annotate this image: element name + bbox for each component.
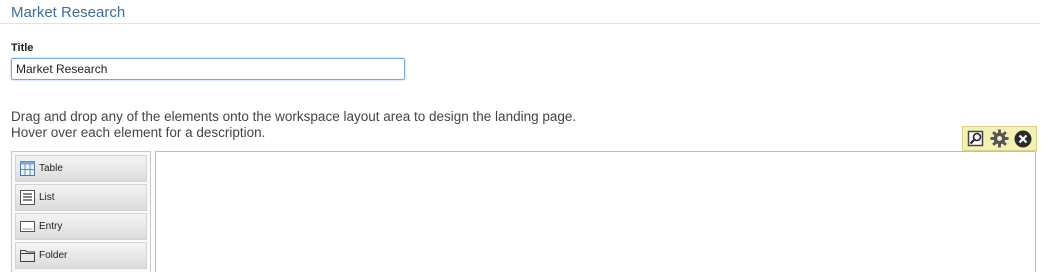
list-icon: [20, 190, 36, 206]
page-title: Market Research: [11, 4, 126, 21]
instructions-line-2: Hover over each element for a descriptio…: [11, 125, 266, 140]
palette-item-label: Entry: [39, 221, 63, 232]
workspace-layout-area[interactable]: [155, 151, 1036, 272]
palette-item-table[interactable]: Table: [15, 155, 147, 182]
gear-icon[interactable]: [990, 129, 1010, 149]
table-icon: [20, 161, 36, 177]
workspace-toolbar: [962, 126, 1037, 151]
palette-item-entry[interactable]: Entry: [15, 213, 147, 240]
preview-icon[interactable]: [966, 129, 986, 149]
page-header: Market Research: [0, 0, 1040, 24]
folder-icon: [20, 248, 36, 264]
element-palette: Table List Entry Folder: [11, 151, 151, 272]
title-input[interactable]: [11, 58, 405, 80]
close-icon[interactable]: [1013, 129, 1033, 149]
instructions: Drag and drop any of the elements onto t…: [11, 109, 576, 141]
entry-icon: [20, 219, 36, 235]
title-field-label: Title: [11, 42, 34, 54]
palette-item-label: Table: [39, 163, 63, 174]
instructions-line-1: Drag and drop any of the elements onto t…: [11, 109, 577, 124]
palette-item-label: Folder: [39, 250, 68, 261]
palette-item-list[interactable]: List: [15, 184, 147, 211]
palette-item-label: List: [39, 192, 55, 203]
palette-item-folder[interactable]: Folder: [15, 242, 147, 269]
